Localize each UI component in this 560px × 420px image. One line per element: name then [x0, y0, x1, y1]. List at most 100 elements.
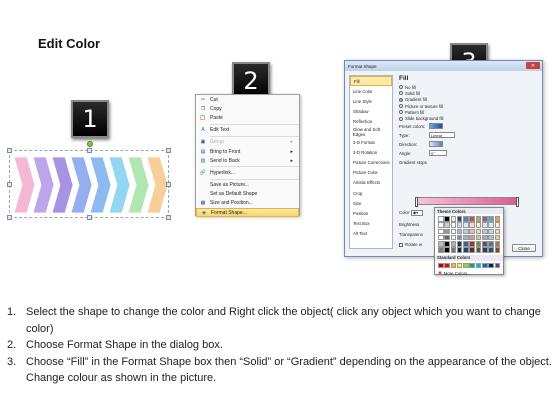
menu-item-bring-to-front[interactable]: ▤ Bring to Front ▸: [196, 147, 299, 156]
color-swatch[interactable]: [482, 216, 488, 222]
color-swatch[interactable]: [438, 247, 444, 253]
menu-item-size-and-position[interactable]: ▦ Size and Position...: [196, 199, 299, 208]
color-swatch[interactable]: [475, 222, 482, 228]
chevron-shapes[interactable]: [10, 151, 170, 219]
radio-button[interactable]: [399, 85, 403, 90]
menu-item-hyperlink[interactable]: 🔗 Hyperlink...: [196, 168, 299, 177]
color-swatch[interactable]: [469, 228, 475, 235]
chevron-shape[interactable]: [13, 156, 36, 214]
color-swatch[interactable]: [450, 234, 457, 241]
preset-colors-dropdown[interactable]: [429, 123, 443, 130]
menu-item-group[interactable]: ▣ Group ▸: [196, 138, 299, 147]
nav-item[interactable]: Line Color: [350, 86, 392, 96]
color-swatch[interactable]: [444, 247, 450, 253]
color-swatch[interactable]: [482, 228, 488, 235]
color-swatch[interactable]: [438, 216, 444, 222]
menu-item-format-shape[interactable]: ◈ Format Shape...: [196, 208, 299, 218]
resize-handle[interactable]: [87, 215, 92, 220]
color-swatch[interactable]: [469, 262, 475, 269]
color-swatch[interactable]: [456, 262, 463, 269]
resize-handle[interactable]: [166, 182, 171, 187]
radio-button[interactable]: [399, 97, 403, 102]
color-swatch[interactable]: [494, 262, 501, 269]
color-swatch[interactable]: [456, 216, 463, 222]
resize-handle[interactable]: [166, 215, 171, 220]
nav-item[interactable]: Reflection: [350, 117, 392, 127]
gradient-stop[interactable]: [415, 197, 418, 207]
color-swatch[interactable]: [469, 247, 475, 253]
menu-item-paste[interactable]: 📋 Paste: [196, 113, 299, 122]
menu-item-send-to-back[interactable]: ▥ Send to Back ▸: [196, 156, 299, 165]
gradient-stop[interactable]: [516, 197, 519, 207]
nav-item[interactable]: Glow and Soft Edges: [350, 127, 392, 137]
color-swatch[interactable]: [444, 222, 450, 228]
resize-handle[interactable]: [166, 148, 171, 153]
resize-handle[interactable]: [7, 215, 12, 220]
nav-item[interactable]: Fill: [350, 76, 392, 87]
color-swatch[interactable]: [450, 216, 457, 222]
color-swatch[interactable]: [488, 241, 494, 247]
color-swatch[interactable]: [482, 222, 488, 228]
radio-button[interactable]: [399, 116, 403, 121]
radio-button[interactable]: [399, 104, 403, 109]
color-swatch[interactable]: [482, 241, 488, 247]
color-button[interactable]: ◆▾: [411, 209, 423, 216]
color-swatch[interactable]: [450, 241, 457, 247]
color-swatch[interactable]: [438, 241, 444, 247]
more-colors-item[interactable]: ◉ More Colors...: [435, 270, 503, 276]
menu-item-set-as-default-shape[interactable]: Set as Default Shape: [196, 190, 299, 199]
menu-item-edit-text[interactable]: A Edit Text: [196, 126, 299, 135]
color-swatch[interactable]: [450, 222, 457, 228]
nav-item[interactable]: Size: [350, 198, 392, 208]
color-swatch[interactable]: [488, 228, 494, 235]
color-swatch[interactable]: [444, 228, 450, 235]
nav-item[interactable]: Picture Corrections: [350, 158, 392, 168]
rotation-handle[interactable]: [87, 141, 93, 147]
color-swatch[interactable]: [469, 241, 475, 247]
close-button[interactable]: Close: [512, 244, 536, 252]
color-swatch[interactable]: [494, 241, 501, 247]
color-swatch[interactable]: [444, 262, 450, 269]
color-swatch[interactable]: [494, 228, 501, 235]
menu-item-cut[interactable]: ✂ Cut: [196, 95, 299, 104]
color-swatch[interactable]: [488, 222, 494, 228]
direction-dropdown[interactable]: [429, 141, 443, 148]
color-swatch[interactable]: [488, 262, 494, 269]
color-swatch[interactable]: [450, 247, 457, 253]
nav-item[interactable]: Picture Color: [350, 168, 392, 178]
color-swatch[interactable]: [463, 222, 469, 228]
color-swatch[interactable]: [444, 234, 450, 241]
chevron-shape[interactable]: [51, 156, 74, 214]
resize-handle[interactable]: [7, 148, 12, 153]
color-swatch[interactable]: [456, 234, 463, 241]
menu-item-save-as-picture[interactable]: Save as Picture...: [196, 181, 299, 190]
color-swatch[interactable]: [456, 222, 463, 228]
nav-item[interactable]: Shadow: [350, 107, 392, 117]
color-swatch[interactable]: [475, 247, 482, 253]
nav-item[interactable]: 3-D Format: [350, 137, 392, 147]
nav-item[interactable]: Text Box: [350, 219, 392, 229]
chevron-shape[interactable]: [89, 156, 112, 214]
color-swatch[interactable]: [463, 234, 469, 241]
color-swatch[interactable]: [488, 234, 494, 241]
chevron-shape[interactable]: [108, 156, 131, 214]
close-icon[interactable]: ✕: [526, 62, 540, 69]
angle-input[interactable]: 0°: [429, 150, 447, 157]
color-swatch[interactable]: [488, 216, 494, 222]
chevron-shape[interactable]: [146, 156, 169, 214]
color-swatch[interactable]: [494, 222, 501, 228]
color-swatch[interactable]: [450, 262, 457, 269]
color-swatch[interactable]: [469, 222, 475, 228]
color-swatch[interactable]: [438, 262, 444, 269]
type-select[interactable]: Linear: [429, 132, 455, 139]
color-swatch[interactable]: [475, 262, 482, 269]
color-swatch[interactable]: [475, 228, 482, 235]
color-swatch[interactable]: [463, 247, 469, 253]
resize-handle[interactable]: [7, 182, 12, 187]
color-swatch[interactable]: [494, 216, 501, 222]
color-swatch[interactable]: [438, 222, 444, 228]
color-swatch[interactable]: [444, 241, 450, 247]
nav-item[interactable]: Position: [350, 208, 392, 218]
color-swatch[interactable]: [463, 262, 469, 269]
color-swatch[interactable]: [475, 241, 482, 247]
